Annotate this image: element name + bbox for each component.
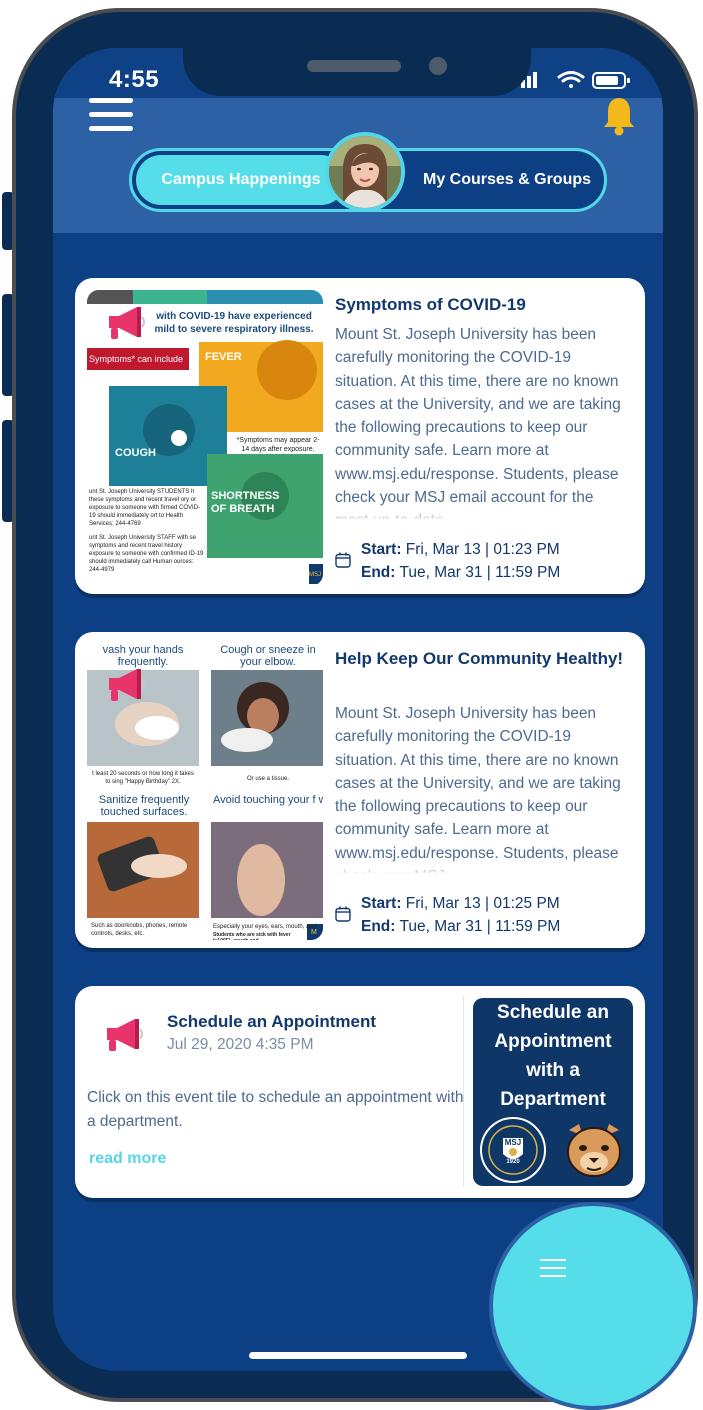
poster-badge: M <box>311 929 317 936</box>
event-dates: Start: Fri, Mar 13 | 01:25 PM End: Tue, … <box>335 892 635 940</box>
announcement-megaphone-icon <box>109 307 145 339</box>
poster-staff-text: unt St. Joseph University STAFF with se … <box>89 535 204 573</box>
status-time: 4:55 <box>109 66 160 93</box>
university-seal-icon <box>480 1117 546 1183</box>
menu-line <box>89 112 133 117</box>
tab-my-courses-groups[interactable]: My Courses & Groups <box>412 155 602 205</box>
card-title: Symptoms of COVID-19 <box>335 295 526 314</box>
poster-sick-note: Students who are sick with fever (≥100F)… <box>213 932 291 940</box>
speaker-grille <box>307 60 401 72</box>
poster-cough: COUGH <box>115 447 156 459</box>
card-divider <box>463 996 464 1186</box>
poster-symptoms-label: Symptoms* can include <box>89 354 184 364</box>
menu-line <box>89 98 133 103</box>
graphic-text: Schedule an Appointment with a Departmen… <box>494 1002 612 1110</box>
start-date: Start: Fri, Mar 13 | 01:23 PM <box>361 541 560 558</box>
floating-menu-button[interactable] <box>489 1202 697 1410</box>
card-title: Help Keep Our Community Healthy! <box>335 649 624 668</box>
card-post-date: Jul 29, 2020 4:35 PM <box>167 1036 314 1053</box>
start-date: Start: Fri, Mar 13 | 01:25 PM <box>361 895 560 912</box>
tab-campus-happenings[interactable]: Campus Happenings <box>136 155 346 205</box>
seal-year: 1920 <box>506 1159 520 1165</box>
poster-wash-note: t least 20 seconds or how long it takes … <box>92 771 194 785</box>
poster-sanitize-note: Such as doorknobs, phones, remote contro… <box>91 923 188 937</box>
home-indicator <box>249 1352 467 1359</box>
menu-button[interactable] <box>89 98 133 134</box>
read-more-link[interactable]: read more <box>89 1150 166 1168</box>
poster-note: *Symptoms may appear 2-14 days after exp… <box>236 437 320 453</box>
card-title: Schedule an Appointment <box>167 1012 377 1031</box>
announcement-megaphone-icon <box>107 1019 143 1051</box>
poster-sanitize: Sanitize frequently touched surfaces. <box>98 794 190 818</box>
poster-badge: MSJ <box>309 572 321 578</box>
wifi-icon <box>557 71 585 88</box>
poster-avoid-note: Especially your eyes, ears, mouth, and <box>213 924 317 930</box>
calendar-icon <box>335 552 351 568</box>
poster-fever: FEVER <box>205 351 242 363</box>
card-description: Mount St. Joseph University has been car… <box>335 326 621 519</box>
date-lines: Start: Fri, Mar 13 | 01:23 PM End: Tue, … <box>361 538 560 584</box>
end-date: End: Tue, Mar 31 | 11:59 PM <box>361 564 561 581</box>
lion-mascot-icon <box>567 1124 621 1177</box>
seal-label: MSJ <box>504 1138 522 1147</box>
schedule-appointment-graphic: Schedule an Appointment with a Departmen… <box>473 998 633 1186</box>
card-description: Mount St. Joseph University has been car… <box>335 705 621 873</box>
battery-icon <box>592 72 630 89</box>
feed-card-covid-symptoms[interactable]: with COVID-19 have experienced mild to s… <box>75 278 645 594</box>
poster-cough: Cough or sneeze in your elbow. <box>220 644 316 668</box>
fab-menu-icon <box>540 1259 568 1279</box>
poster-students-text: unt St. Joseph University STUDENTS h the… <box>89 489 201 527</box>
feed-card-community-healthy[interactable]: vash your hands frequently. Cough or sne… <box>75 632 645 948</box>
text-fade <box>335 858 625 876</box>
calendar-icon <box>335 906 351 922</box>
menu-line <box>89 126 133 131</box>
poster-tissue-note: Or use a tissue. <box>246 776 290 782</box>
phone-notch <box>183 48 531 96</box>
card-description: Click on this event tile to schedule an … <box>87 1089 464 1130</box>
date-lines: Start: Fri, Mar 13 | 01:25 PM End: Tue, … <box>361 892 560 938</box>
announcement-megaphone-icon <box>109 669 145 701</box>
notification-bell-icon[interactable] <box>601 96 637 136</box>
user-avatar[interactable] <box>325 132 405 212</box>
status-icons <box>521 71 630 89</box>
poster-headline: with COVID-19 have experienced mild to s… <box>154 311 314 335</box>
app-screen: 4:55 Campus Happenings My Courses & Grou… <box>53 48 663 1371</box>
feed-card-schedule-appointment[interactable]: Schedule an Appointment Jul 29, 2020 4:3… <box>75 986 645 1198</box>
poster-wash: vash your hands frequently. <box>102 644 184 668</box>
poster-avoid: Avoid touching your f with unwashed hand <box>213 794 323 806</box>
text-fade <box>335 504 625 522</box>
front-camera <box>429 57 447 75</box>
end-date: End: Tue, Mar 31 | 11:59 PM <box>361 918 561 935</box>
event-dates: Start: Fri, Mar 13 | 01:23 PM End: Tue, … <box>335 538 635 586</box>
poster-shortness: SHORTNESS OF BREATH <box>211 490 280 515</box>
